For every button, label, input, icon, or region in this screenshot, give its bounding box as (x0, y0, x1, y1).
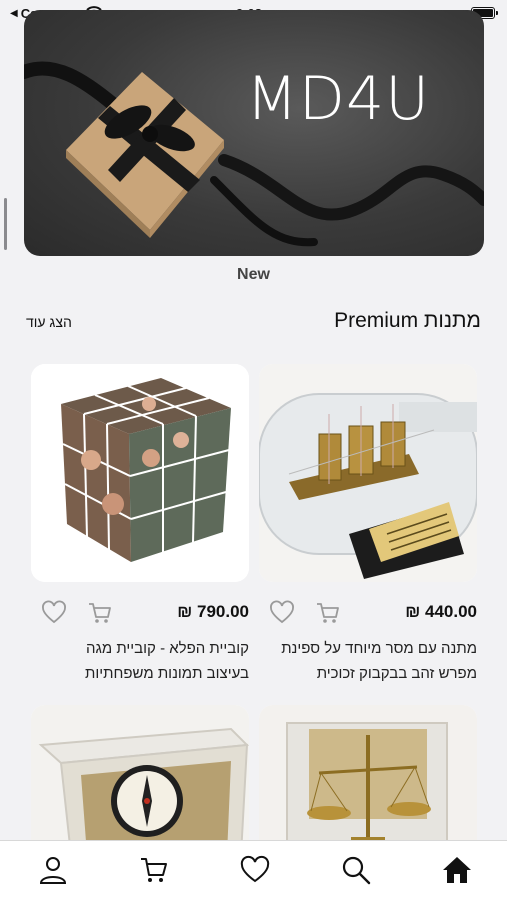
product-price: ₪ 440.00 (405, 602, 477, 621)
cart-icon[interactable] (315, 600, 341, 626)
section-title: מתנות Premium (334, 309, 481, 332)
promo-banner[interactable]: MD4U (24, 10, 484, 256)
product-name-line: מתנה עם מסר מיוחד על ספינת (281, 640, 477, 657)
product-name-line: קוביית הפלא - קוביית מגה (86, 640, 249, 657)
banner-caption: New (237, 266, 270, 283)
brand-logo: MD4U (246, 64, 431, 134)
price-row: ₪ 790.00 (31, 600, 249, 628)
product-name-line: מפרש זהב בבקבוק זכוכית (316, 665, 477, 682)
user-icon[interactable] (38, 855, 68, 885)
heart-icon[interactable] (240, 855, 270, 885)
product-image-ship-in-bottle[interactable] (259, 364, 477, 582)
product-image-compass[interactable] (31, 705, 249, 855)
scroll-indicator (4, 198, 7, 250)
product-card[interactable]: ₪ 790.00 קוביית הפלא - קוביית מגה בעיצוב… (31, 364, 249, 682)
product-card[interactable] (31, 705, 249, 855)
product-card[interactable] (259, 705, 477, 855)
product-name[interactable]: קוביית הפלא - קוביית מגה בעיצוב תמונות מ… (31, 636, 249, 686)
price-row: ₪ 440.00 (259, 600, 477, 628)
product-price: ₪ 790.00 (177, 602, 249, 621)
cart-icon[interactable] (87, 600, 113, 626)
product-name-line: בעיצוב תמונות משפחתיות (85, 665, 249, 682)
cart-icon[interactable] (139, 855, 169, 885)
bottom-tab-bar (0, 840, 507, 900)
back-arrow-icon: ◀ (10, 8, 18, 19)
show-more-link[interactable]: הצג עוד (26, 314, 72, 330)
heart-icon[interactable] (41, 600, 67, 626)
product-image-photo-cube[interactable] (31, 364, 249, 582)
product-name[interactable]: מתנה עם מסר מיוחד על ספינת מפרש זהב בבקב… (259, 636, 477, 686)
search-icon[interactable] (341, 855, 371, 885)
product-image-golden-scales[interactable] (259, 705, 477, 855)
product-card[interactable]: ₪ 440.00 מתנה עם מסר מיוחד על ספינת מפרש… (259, 364, 477, 682)
heart-icon[interactable] (269, 600, 295, 626)
home-icon[interactable] (442, 855, 472, 885)
